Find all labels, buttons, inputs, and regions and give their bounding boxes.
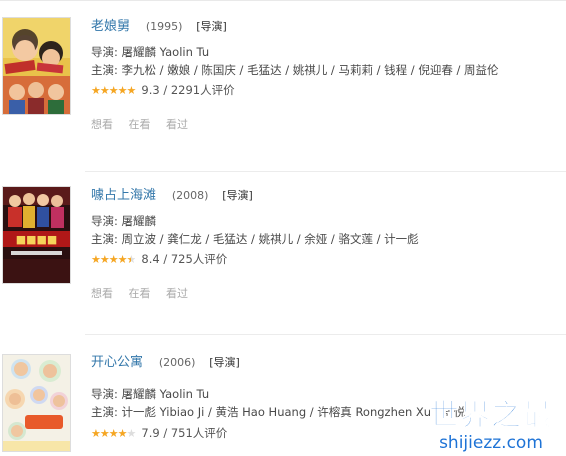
action-links: 想看 在看 看过 — [91, 116, 561, 132]
star-icon: ★ — [91, 426, 101, 440]
star-icon: ★ — [108, 252, 119, 266]
star-icon: ★ — [108, 83, 119, 97]
site-watermark: 世界之最 shijiezz.com — [416, 396, 566, 456]
star-icon: ★ — [91, 252, 101, 266]
movie-year: (2008) — [171, 189, 209, 202]
movie-title-link[interactable]: 噱占上海滩 — [91, 188, 156, 203]
entry-info: 老娘舅 (1995) [导演] 导演: 屠耀麟 Yaolin Tu 主演: 李九… — [91, 16, 561, 132]
want-to-watch-link[interactable]: 想看 — [91, 287, 113, 300]
svg-text:■■■■: ■■■■ — [16, 233, 58, 246]
rating-stars: ★ ★ ★ ★ ★ — [91, 426, 137, 440]
role-tag: [导演] — [209, 356, 240, 369]
watermark-title: 世界之最 — [429, 398, 553, 433]
top-divider — [0, 0, 566, 1]
movie-year: (2006) — [158, 356, 196, 369]
role-tag: [导演] — [222, 189, 253, 202]
star-icon: ★ — [117, 83, 128, 97]
movie-year: (1995) — [145, 20, 183, 33]
watched-link[interactable]: 看过 — [166, 118, 188, 131]
watermark-url: shijiezz.com — [439, 433, 543, 453]
rating-stars: ★ ★ ★ ★ ★ — [91, 83, 137, 97]
star-icon: ★ — [99, 426, 110, 440]
star-icon: ★ — [108, 426, 119, 440]
entry-divider — [85, 171, 566, 172]
watching-link[interactable]: 在看 — [129, 287, 151, 300]
rating-text: 9.3 / 2291人评价 — [141, 83, 235, 97]
star-icon: ★ — [99, 252, 110, 266]
star-icon: ★ — [126, 83, 137, 97]
action-links: 想看 在看 看过 — [91, 285, 561, 301]
role-tag: [导演] — [196, 20, 227, 33]
rating-text: 8.4 / 725人评价 — [141, 252, 228, 266]
poster-image[interactable] — [3, 355, 70, 451]
cast-line: 主演: 李九松 / 嫩娘 / 陈国庆 / 毛猛达 / 姚祺儿 / 马莉莉 / 钱… — [91, 63, 499, 77]
star-half-icon: ★ — [126, 252, 137, 266]
star-icon: ★ — [99, 83, 110, 97]
poster-image[interactable] — [3, 18, 70, 114]
director-line: 导演: 屠耀麟 Yaolin Tu — [91, 45, 210, 59]
rating-stars: ★ ★ ★ ★ ★ — [91, 252, 137, 266]
star-empty-icon: ★ — [126, 426, 137, 440]
watching-link[interactable]: 在看 — [129, 118, 151, 131]
watched-link[interactable]: 看过 — [166, 287, 188, 300]
poster-image[interactable]: ■■■■ — [3, 187, 70, 283]
want-to-watch-link[interactable]: 想看 — [91, 118, 113, 131]
movie-title-link[interactable]: 老娘舅 — [91, 19, 130, 34]
rating-text: 7.9 / 751人评价 — [141, 426, 228, 440]
director-line: 导演: 屠耀麟 — [91, 214, 157, 228]
entry-info: 噱占上海滩 (2008) [导演] 导演: 屠耀麟 主演: 周立波 / 龚仁龙 … — [91, 185, 561, 301]
movie-title-link[interactable]: 开心公寓 — [91, 355, 143, 370]
cast-line: 主演: 周立波 / 龚仁龙 / 毛猛达 / 姚祺儿 / 余娅 / 骆文莲 / 计… — [91, 232, 419, 246]
star-icon: ★ — [117, 252, 128, 266]
entry-divider — [85, 334, 566, 335]
star-icon: ★ — [91, 83, 101, 97]
star-icon: ★ — [117, 426, 128, 440]
